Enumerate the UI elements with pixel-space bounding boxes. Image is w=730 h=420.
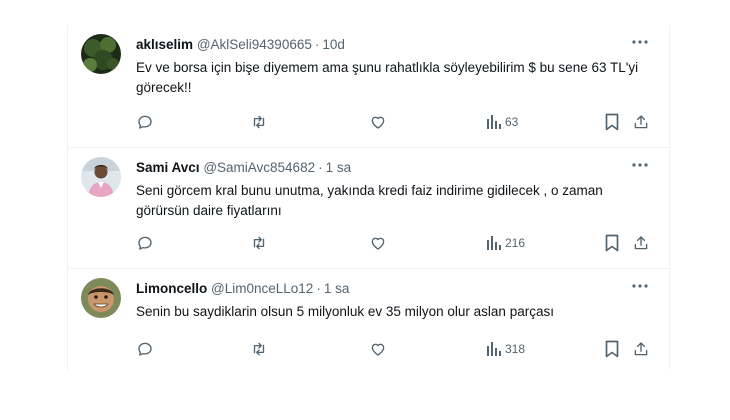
bookmark-icon	[605, 113, 619, 131]
reply-icon	[138, 342, 152, 356]
more-horizontal-icon[interactable]	[629, 33, 651, 51]
bookmark-icon	[605, 234, 619, 252]
retweet-icon	[253, 236, 265, 250]
view-count: 318	[505, 342, 526, 356]
separator: ·	[318, 160, 323, 175]
share-button[interactable]	[632, 338, 650, 360]
timestamp[interactable]: 1 sa	[326, 160, 352, 175]
share-icon	[634, 115, 648, 129]
share-button[interactable]	[632, 111, 650, 133]
tweet[interactable]: aklıselim @AklSeli94390665 · 10d Ev ve bor…	[68, 25, 669, 148]
views-bar-chart-icon	[487, 236, 501, 250]
heart-icon	[371, 343, 385, 356]
like-button[interactable]	[369, 111, 387, 133]
tweet-header: Sami Avcı @SamiAvc854682 · 1 sa	[136, 159, 655, 177]
action-bar: 63	[136, 111, 655, 133]
avatar[interactable]	[81, 278, 121, 318]
more-horizontal-icon[interactable]	[629, 156, 651, 174]
retweet-button[interactable]	[249, 338, 269, 360]
more-horizontal-icon[interactable]	[629, 277, 651, 295]
reply-button[interactable]	[136, 232, 154, 254]
tweet-header: Limoncello @Lim0nceLLo12 · 1 sa	[136, 280, 655, 298]
share-icon	[634, 236, 648, 250]
tweet[interactable]: Sami Avcı @SamiAvc854682 · 1 sa Seni görce…	[68, 148, 669, 269]
tweet-text: Seni görcem kral bunu unutma, yakında kr…	[136, 183, 603, 218]
timestamp[interactable]: 10d	[322, 37, 345, 52]
timestamp[interactable]: 1 sa	[324, 281, 350, 296]
heart-icon	[371, 237, 385, 250]
reply-button[interactable]	[136, 111, 154, 133]
avatar[interactable]	[81, 34, 121, 74]
view-count: 63	[505, 115, 519, 129]
bookmark-button[interactable]	[604, 232, 620, 254]
reply-icon	[138, 115, 152, 129]
reply-feed: aklıselim @AklSeli94390665 · 10d Ev ve bor…	[67, 25, 670, 370]
views-button[interactable]: 318	[486, 338, 525, 360]
display-name[interactable]: Sami Avcı	[136, 160, 200, 175]
share-icon	[634, 342, 648, 356]
views-bar-chart-icon	[487, 342, 501, 356]
separator: ·	[316, 281, 321, 296]
bookmark-icon	[605, 340, 619, 358]
retweet-button[interactable]	[249, 111, 269, 133]
views-bar-chart-icon	[487, 115, 501, 129]
display-name[interactable]: Limoncello	[136, 281, 207, 296]
views-button[interactable]: 63	[486, 111, 518, 133]
action-bar: 318	[136, 338, 655, 360]
tweet-text: Ev ve borsa için bişe diyemem ama şunu r…	[136, 60, 639, 95]
bookmark-button[interactable]	[604, 111, 620, 133]
heart-icon	[371, 116, 385, 129]
action-bar: 216	[136, 232, 655, 254]
bookmark-button[interactable]	[604, 338, 620, 360]
display-name[interactable]: aklıselim	[136, 37, 193, 52]
reply-button[interactable]	[136, 338, 154, 360]
user-handle[interactable]: @Lim0nceLLo12	[211, 281, 313, 296]
page: aklıselim @AklSeli94390665 · 10d Ev ve bor…	[0, 0, 730, 420]
retweet-button[interactable]	[249, 232, 269, 254]
view-count: 216	[505, 236, 526, 250]
avatar[interactable]	[81, 157, 121, 197]
user-handle[interactable]: @AklSeli94390665	[197, 37, 312, 52]
views-button[interactable]: 216	[486, 232, 525, 254]
reply-icon	[138, 236, 152, 250]
like-button[interactable]	[369, 232, 387, 254]
user-handle[interactable]: @SamiAvc854682	[203, 160, 315, 175]
tweet-text: Senin bu saydiklarin olsun 5 milyonluk e…	[136, 304, 554, 319]
share-button[interactable]	[632, 232, 650, 254]
retweet-icon	[253, 115, 265, 129]
separator: ·	[314, 37, 320, 52]
tweet-header: aklıselim @AklSeli94390665 · 10d	[136, 36, 655, 54]
like-button[interactable]	[369, 338, 387, 360]
tweet[interactable]: Limoncello @Lim0nceLLo12 · 1 sa Senin bu s…	[68, 269, 669, 370]
retweet-icon	[253, 342, 265, 356]
